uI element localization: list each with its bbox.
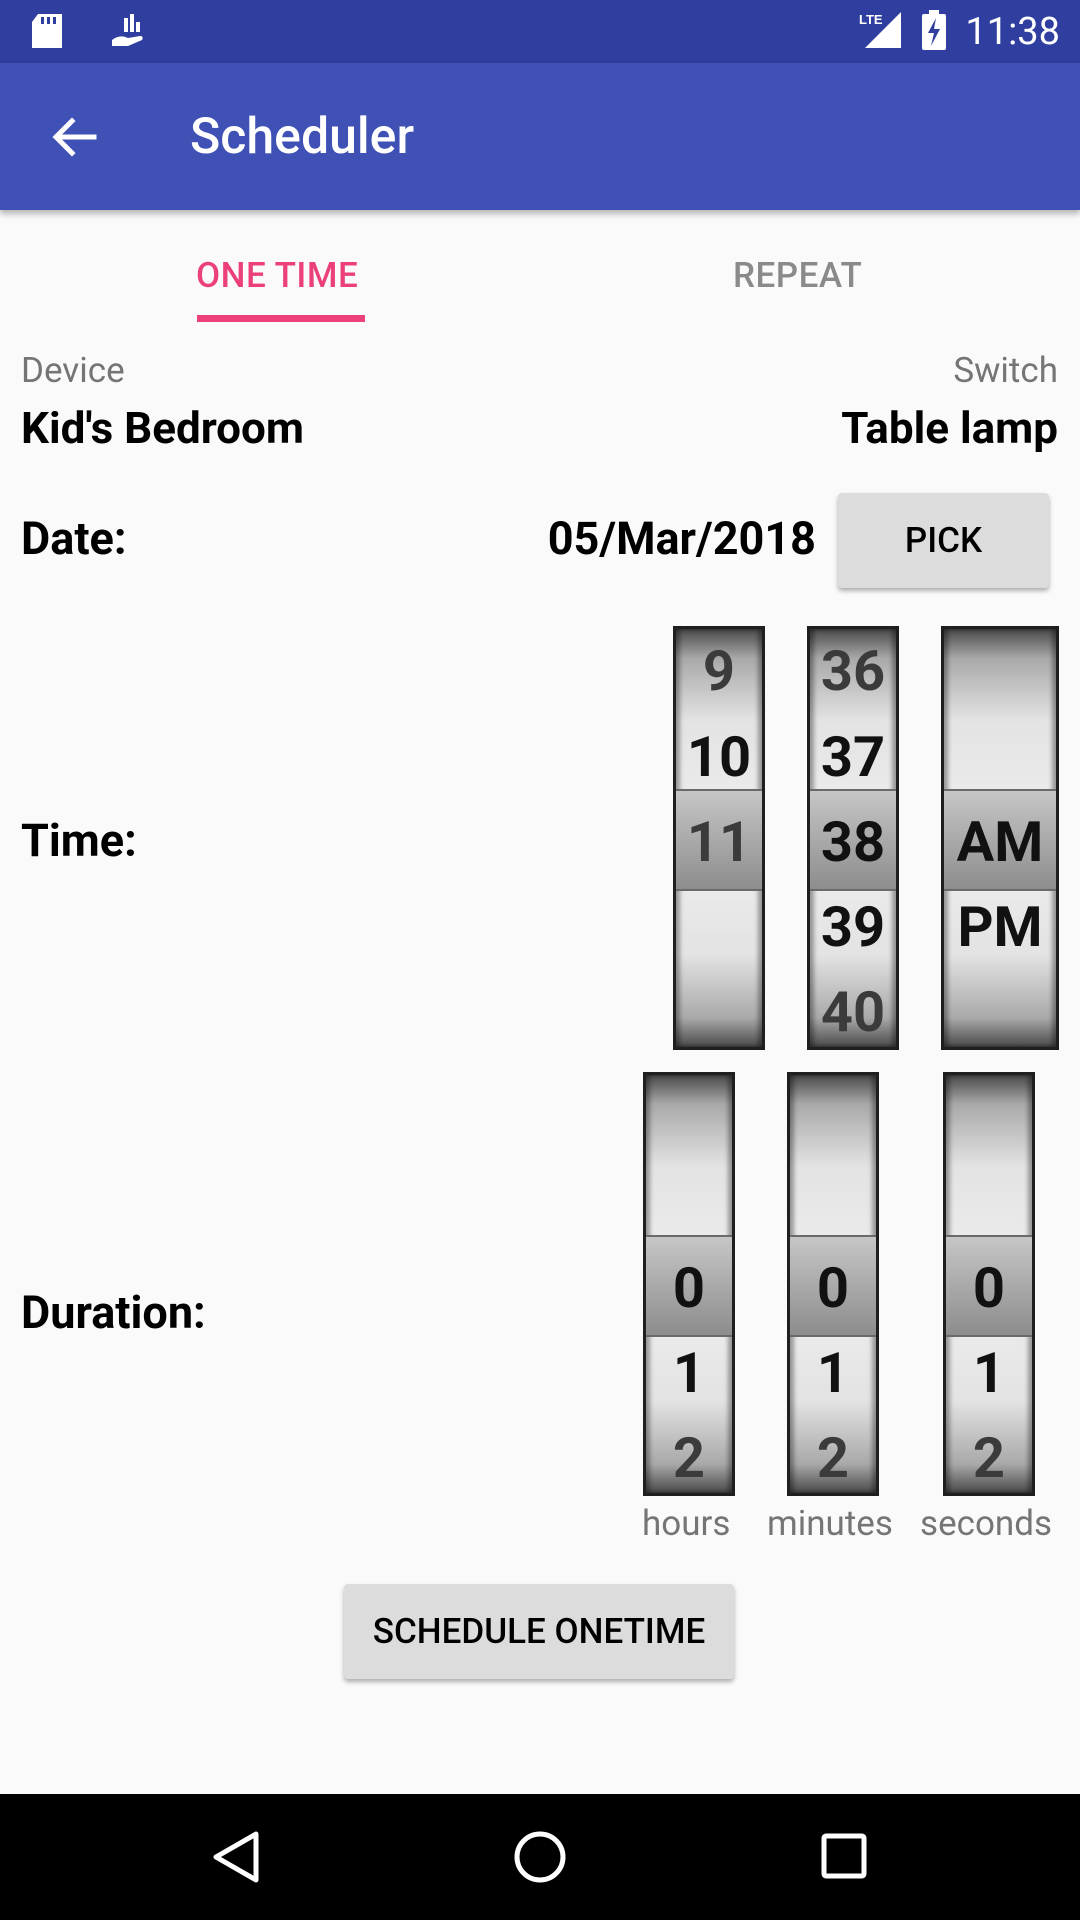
wheel-value-selected: AM: [956, 809, 1044, 875]
wheel-value: 10: [686, 724, 752, 790]
duration-seconds-wheel[interactable]: 0 1 2: [943, 1072, 1035, 1496]
device-label: Device: [21, 350, 125, 391]
device-value: Kid's Bedroom: [21, 402, 304, 454]
wheel-value: 1: [672, 1340, 706, 1406]
wheel-value: 40: [820, 979, 886, 1045]
lte-signal-icon: LTE: [857, 10, 903, 54]
wheel-value: 39: [820, 894, 886, 960]
page-title: Scheduler: [190, 108, 415, 166]
wheel-value: PM: [957, 894, 1043, 960]
wheel-value-selected: 0: [972, 1255, 1006, 1321]
battery-charging-icon: [921, 9, 947, 54]
tab-repeat[interactable]: REPEAT: [733, 255, 862, 296]
switch-label: Switch: [953, 350, 1058, 391]
duration-minutes-wheel[interactable]: 0 1 2: [787, 1072, 879, 1496]
arrow-left-icon[interactable]: [44, 107, 104, 167]
wheel-value-selected: 0: [816, 1255, 850, 1321]
duration-hours-wheel[interactable]: 0 1 2: [643, 1072, 735, 1496]
hand-money-icon: [110, 12, 148, 54]
wheel-value: 9: [702, 638, 736, 704]
svg-text:LTE: LTE: [859, 12, 883, 27]
wheel-value: 1: [816, 1340, 850, 1406]
duration-label: Duration:: [21, 1286, 206, 1339]
wheel-value: 2: [972, 1425, 1006, 1491]
tab-one-time[interactable]: ONE TIME: [196, 255, 358, 296]
date-label: Date:: [21, 512, 127, 565]
schedule-onetime-button[interactable]: SCHEDULE ONETIME: [344, 1584, 734, 1679]
app-toolbar: Scheduler: [0, 63, 1080, 210]
wheel-value: 2: [672, 1425, 706, 1491]
date-value: 05/Mar/2018: [547, 512, 816, 565]
time-hour-wheel[interactable]: 9 10 11: [673, 626, 765, 1050]
wheel-value: 1: [972, 1340, 1006, 1406]
tab-bar: ONE TIME REPEAT: [0, 210, 1080, 330]
wheel-value: 2: [816, 1425, 850, 1491]
time-label: Time:: [21, 814, 137, 867]
seconds-unit-label: seconds: [920, 1503, 1053, 1544]
minutes-unit-label: minutes: [767, 1503, 893, 1544]
wheel-value-selected: 38: [820, 809, 886, 875]
home-circle-icon[interactable]: [513, 1830, 567, 1888]
recents-square-icon[interactable]: [820, 1832, 868, 1884]
time-minute-wheel[interactable]: 36 37 38 39 40: [807, 626, 899, 1050]
system-nav-bar: [0, 1794, 1080, 1920]
time-ampm-wheel[interactable]: AM PM: [941, 626, 1059, 1050]
wheel-value: 37: [820, 724, 886, 790]
status-bar: LTE 11:38: [0, 0, 1080, 63]
sd-card-icon: [30, 12, 64, 54]
back-triangle-icon[interactable]: [212, 1830, 260, 1888]
status-clock: 11:38: [965, 9, 1060, 54]
switch-value: Table lamp: [841, 402, 1058, 454]
wheel-value: 36: [820, 638, 886, 704]
hours-unit-label: hours: [642, 1503, 731, 1544]
tab-indicator: [197, 315, 365, 322]
wheel-value-selected: 11: [686, 809, 752, 875]
wheel-value-selected: 0: [672, 1255, 706, 1321]
pick-date-button[interactable]: PICK: [838, 493, 1049, 588]
